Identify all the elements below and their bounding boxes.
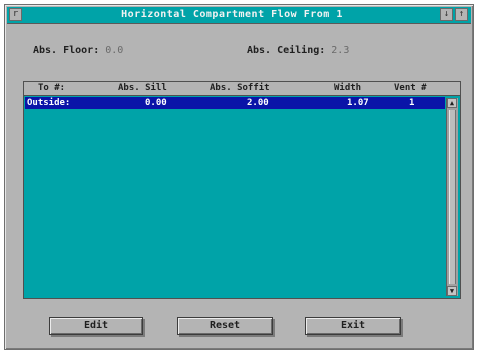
cell-abs-soffit: 2.00 xyxy=(247,98,269,108)
scroll-track[interactable] xyxy=(449,110,456,284)
cell-vent: 1 xyxy=(409,98,415,108)
header-vent: Vent # xyxy=(394,83,427,93)
scroll-down-icon[interactable]: ▼ xyxy=(447,286,457,296)
table-header: To #: Abs. Sill Abs. Soffit Width Vent # xyxy=(24,82,460,96)
abs-ceiling-label: Abs. Ceiling: xyxy=(247,45,326,56)
reset-button[interactable]: Reset xyxy=(177,317,273,335)
compartment-flow-window: r Horizontal Compartment Flow From 1 ↓ ↑… xyxy=(4,4,474,350)
abs-ceiling-field: Abs. Ceiling: 2.3 xyxy=(247,45,349,56)
header-abs-sill: Abs. Sill xyxy=(118,83,167,93)
exit-button[interactable]: Exit xyxy=(305,317,401,335)
table-row[interactable]: Outside: 0.00 2.00 1.07 1 xyxy=(25,97,445,109)
scroll-up-icon[interactable]: ▲ xyxy=(447,98,457,108)
window-title: Horizontal Compartment Flow From 1 xyxy=(121,9,343,20)
cell-abs-sill: 0.00 xyxy=(145,98,167,108)
abs-floor-label: Abs. Floor: xyxy=(33,45,100,56)
minimize-button[interactable]: ↓ xyxy=(440,8,453,21)
vent-table: To #: Abs. Sill Abs. Soffit Width Vent #… xyxy=(23,81,461,299)
abs-floor-value: 0.0 xyxy=(105,45,124,56)
cell-width: 1.07 xyxy=(347,98,369,108)
vertical-scrollbar[interactable]: ▲ ▼ xyxy=(446,98,458,296)
header-to: To #: xyxy=(38,83,66,93)
edit-button[interactable]: Edit xyxy=(49,317,143,335)
cell-to: Outside: xyxy=(27,98,71,108)
system-menu-button[interactable]: r xyxy=(9,8,22,21)
abs-ceiling-value: 2.3 xyxy=(331,45,350,56)
abs-floor-field: Abs. Floor: 0.0 xyxy=(33,45,123,56)
title-bar[interactable]: r Horizontal Compartment Flow From 1 ↓ ↑ xyxy=(7,7,471,24)
header-width: Width xyxy=(334,83,362,93)
header-abs-soffit: Abs. Soffit xyxy=(210,83,270,93)
maximize-button[interactable]: ↑ xyxy=(455,8,468,21)
